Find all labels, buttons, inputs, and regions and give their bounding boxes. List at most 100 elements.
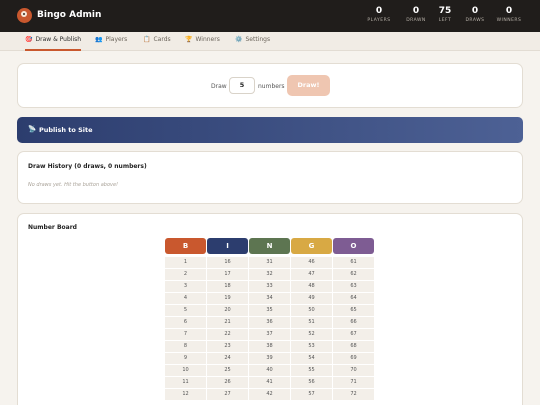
board-number-cell[interactable]: 18: [207, 281, 248, 292]
board-number-cell[interactable]: 49: [291, 293, 332, 304]
board-number-cell[interactable]: 36: [249, 317, 290, 328]
publish-label: Publish to Site: [39, 126, 93, 134]
board-number-cell[interactable]: 6: [165, 317, 206, 328]
stat-value: 75: [438, 6, 452, 16]
bingo-ball-logo-icon: [17, 8, 32, 23]
tab-winners[interactable]: 🏆 Winners: [185, 36, 220, 51]
board-number-cell[interactable]: 19: [207, 293, 248, 304]
tab-players[interactable]: 👥 Players: [95, 36, 127, 51]
board-number-cell[interactable]: 22: [207, 329, 248, 340]
board-number-cell[interactable]: 12: [165, 389, 206, 400]
board-number-cell[interactable]: 46: [291, 257, 332, 268]
board-number-cell[interactable]: 16: [207, 257, 248, 268]
board-number-cell[interactable]: 8: [165, 341, 206, 352]
column-header-o: O: [333, 238, 374, 254]
board-number-cell[interactable]: 32: [249, 269, 290, 280]
board-number-cell[interactable]: 47: [291, 269, 332, 280]
board-number-cell[interactable]: 41: [249, 377, 290, 388]
tab-bar: 🎯 Draw & Publish 👥 Players 📋 Cards 🏆 Win…: [0, 32, 540, 51]
board-number-cell[interactable]: 72: [333, 389, 374, 400]
board-number-cell[interactable]: 10: [165, 365, 206, 376]
tab-settings[interactable]: ⚙️ Settings: [235, 36, 270, 51]
column-header-n: N: [249, 238, 290, 254]
draw-history-panel: Draw History (0 draws, 0 numbers) No dra…: [17, 151, 523, 204]
stat-players: 0 PLAYERS: [362, 6, 396, 25]
board-number-cell[interactable]: 53: [291, 341, 332, 352]
board-number-cell[interactable]: 24: [207, 353, 248, 364]
draw-history-empty: No draws yet. Hit the button above!: [28, 182, 119, 188]
board-number-cell[interactable]: 64: [333, 293, 374, 304]
board-number-cell[interactable]: 17: [207, 269, 248, 280]
board-number-cell[interactable]: 71: [333, 377, 374, 388]
board-number-cell[interactable]: 31: [249, 257, 290, 268]
board-number-cell[interactable]: 56: [291, 377, 332, 388]
board-number-cell[interactable]: 52: [291, 329, 332, 340]
draw-history-title: Draw History (0 draws, 0 numbers): [28, 163, 147, 170]
board-number-cell[interactable]: 55: [291, 365, 332, 376]
draw-prefix-label: Draw: [211, 83, 227, 90]
board-number-cell[interactable]: 57: [291, 389, 332, 400]
board-number-cell[interactable]: 61: [333, 257, 374, 268]
board-number-cell[interactable]: 67: [333, 329, 374, 340]
board-number-cell[interactable]: 69: [333, 353, 374, 364]
tab-draw-publish[interactable]: 🎯 Draw & Publish: [25, 36, 82, 51]
draw-count-input[interactable]: 5: [229, 77, 255, 94]
board-number-cell[interactable]: 51: [291, 317, 332, 328]
number-board-title: Number Board: [28, 224, 77, 231]
board-number-cell[interactable]: 25: [207, 365, 248, 376]
publish-to-site-button[interactable]: 📡 Publish to Site: [17, 117, 523, 143]
stat-value: 0: [471, 6, 479, 16]
board-number-cell[interactable]: 50: [291, 305, 332, 316]
board-number-cell[interactable]: 40: [249, 365, 290, 376]
board-number-cell[interactable]: 23: [207, 341, 248, 352]
satellite-antenna-icon: 📡: [28, 125, 37, 133]
board-number-cell[interactable]: 66: [333, 317, 374, 328]
board-number-cell[interactable]: 63: [333, 281, 374, 292]
draw-panel: Draw 5 numbers Draw!: [17, 63, 523, 108]
board-number-cell[interactable]: 26: [207, 377, 248, 388]
board-number-cell[interactable]: 20: [207, 305, 248, 316]
stat-value: 0: [505, 6, 513, 16]
stat-left: 75 LEFT: [428, 6, 462, 25]
board-number-cell[interactable]: 62: [333, 269, 374, 280]
board-number-cell[interactable]: 2: [165, 269, 206, 280]
board-number-cell[interactable]: 21: [207, 317, 248, 328]
board-number-cell[interactable]: 33: [249, 281, 290, 292]
board-number-cell[interactable]: 68: [333, 341, 374, 352]
stat-label: PLAYERS: [367, 18, 391, 23]
board-number-cell[interactable]: 37: [249, 329, 290, 340]
tab-cards[interactable]: 📋 Cards: [143, 36, 171, 51]
board-number-cell[interactable]: 5: [165, 305, 206, 316]
column-header-g: G: [291, 238, 332, 254]
people-icon: 👥: [95, 36, 103, 43]
draw-button[interactable]: Draw!: [287, 75, 330, 96]
tab-label: Settings: [245, 36, 271, 43]
stat-draws: 0 DRAWS: [458, 6, 492, 25]
board-number-cell[interactable]: 3: [165, 281, 206, 292]
board-number-cell[interactable]: 1: [165, 257, 206, 268]
board-number-cell[interactable]: 27: [207, 389, 248, 400]
top-bar: Bingo Admin 0 PLAYERS 0 DRAWN 75 LEFT 0 …: [0, 0, 540, 32]
board-number-cell[interactable]: 4: [165, 293, 206, 304]
stat-label: WINNERS: [496, 18, 522, 23]
board-number-cell[interactable]: 65: [333, 305, 374, 316]
board-number-cell[interactable]: 9: [165, 353, 206, 364]
board-number-cell[interactable]: 54: [291, 353, 332, 364]
board-number-cell[interactable]: 7: [165, 329, 206, 340]
stat-label: DRAWS: [465, 18, 485, 23]
board-number-cell[interactable]: 34: [249, 293, 290, 304]
number-board-panel: Number Board B 1 2 3 4 5 6 7 8 9 10 11 12 I 16 17 18 19 20…: [17, 213, 523, 405]
tab-label: Winners: [195, 36, 220, 43]
column-header-b: B: [165, 238, 206, 254]
gear-icon: ⚙️: [235, 36, 243, 43]
board-number-cell[interactable]: 11: [165, 377, 206, 388]
stat-value: 0: [375, 6, 383, 16]
board-number-cell[interactable]: 39: [249, 353, 290, 364]
board-number-cell[interactable]: 35: [249, 305, 290, 316]
board-number-cell[interactable]: 38: [249, 341, 290, 352]
board-number-cell[interactable]: 70: [333, 365, 374, 376]
board-number-cell[interactable]: 42: [249, 389, 290, 400]
board-number-cell[interactable]: 48: [291, 281, 332, 292]
column-header-i: I: [207, 238, 248, 254]
tab-label: Draw & Publish: [35, 36, 82, 43]
